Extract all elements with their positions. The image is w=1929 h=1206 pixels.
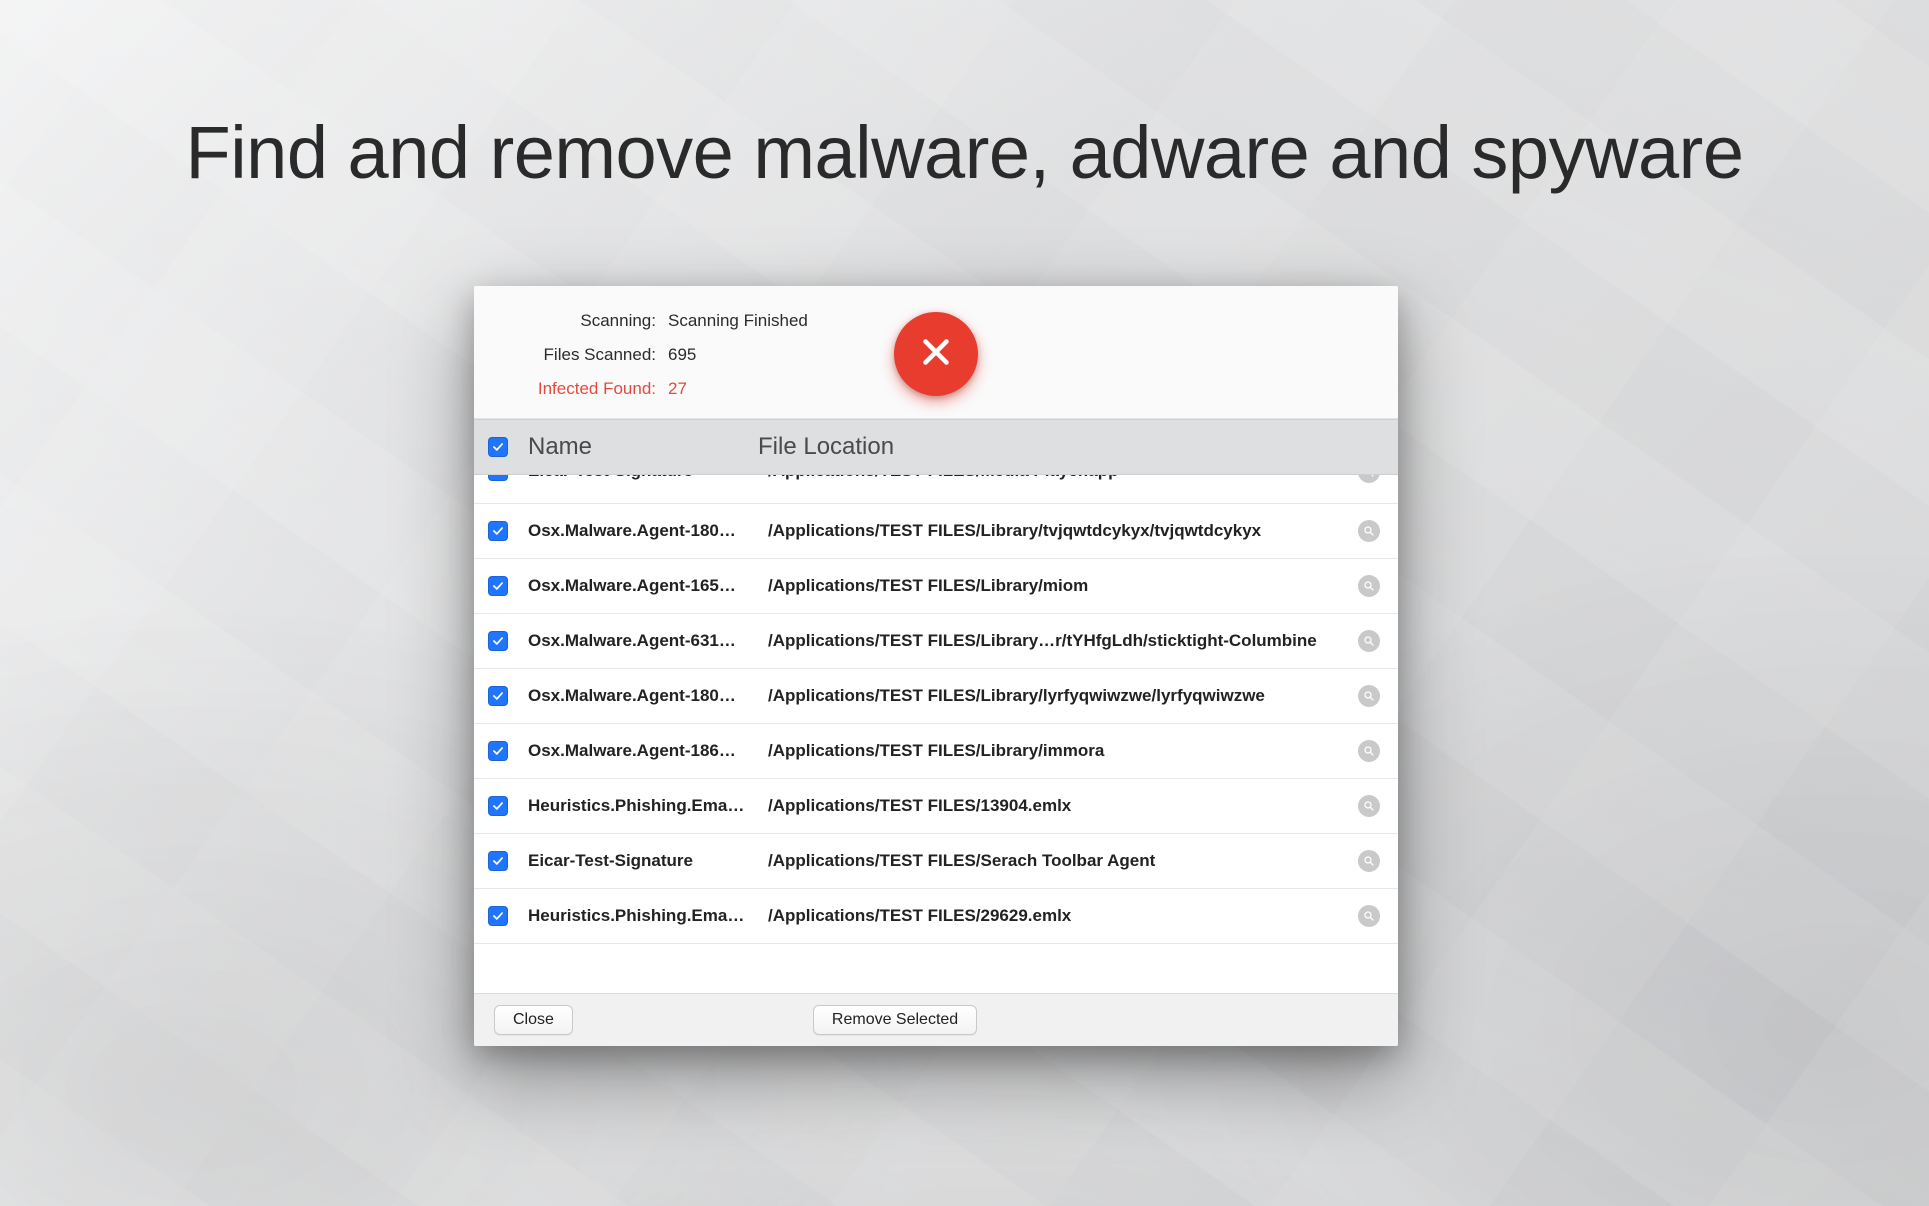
- reveal-in-finder-button[interactable]: [1358, 630, 1380, 652]
- threat-name: Osx.Malware.Agent-165…: [528, 576, 768, 596]
- table-row[interactable]: Heuristics.Phishing.Ema… /Applications/T…: [474, 779, 1398, 834]
- column-header-location[interactable]: File Location: [758, 433, 1380, 461]
- scanning-value: Scanning Finished: [668, 304, 808, 338]
- table-header: Name File Location: [474, 419, 1398, 475]
- reveal-in-finder-button[interactable]: [1358, 475, 1380, 483]
- table-row[interactable]: Osx.Malware.Agent-180… /Applications/TES…: [474, 669, 1398, 724]
- reveal-in-finder-button[interactable]: [1358, 905, 1380, 927]
- threat-name: Heuristics.Phishing.Ema…: [528, 906, 768, 926]
- headline: Find and remove malware, adware and spyw…: [0, 110, 1929, 195]
- row-checkbox[interactable]: [488, 741, 508, 761]
- file-location: /Applications/TEST FILES/Library/miom: [768, 576, 1352, 596]
- file-location: /Applications/TEST FILES/Library/lyrfyqw…: [768, 686, 1352, 706]
- table-row[interactable]: Osx.Malware.Agent-165… /Applications/TES…: [474, 559, 1398, 614]
- file-location: /Applications/TEST FILES/Library/immora: [768, 741, 1352, 761]
- scan-results-window: Scanning: Scanning Finished Files Scanne…: [474, 286, 1398, 1046]
- close-button[interactable]: Close: [494, 1005, 573, 1035]
- row-checkbox[interactable]: [488, 796, 508, 816]
- file-location: /Applications/TEST FILES/Library…r/tYHfg…: [768, 631, 1352, 651]
- results-list[interactable]: Eicar-Test-Signature /Applications/TEST …: [474, 475, 1398, 1024]
- summary-panel: Scanning: Scanning Finished Files Scanne…: [474, 286, 1398, 419]
- file-location: /Applications/TEST FILES/Serach Toolbar …: [768, 851, 1352, 871]
- file-location: /Applications/TEST FILES/13904.emlx: [768, 796, 1352, 816]
- row-checkbox[interactable]: [488, 906, 508, 926]
- table-row[interactable]: Eicar-Test-Signature /Applications/TEST …: [474, 475, 1398, 504]
- infected-found-label: Infected Found:: [498, 372, 656, 406]
- row-checkbox[interactable]: [488, 576, 508, 596]
- threat-name: Heuristics.Phishing.Ema…: [528, 796, 768, 816]
- threat-name: Eicar-Test-Signature: [528, 851, 768, 871]
- threat-name: Osx.Malware.Agent-631…: [528, 631, 768, 651]
- files-scanned-label: Files Scanned:: [498, 338, 656, 372]
- table-row[interactable]: Osx.Malware.Agent-180… /Applications/TES…: [474, 504, 1398, 559]
- threat-name: Osx.Malware.Agent-180…: [528, 521, 768, 541]
- reveal-in-finder-button[interactable]: [1358, 850, 1380, 872]
- table-row[interactable]: Heuristics.Phishing.Ema… /Applications/T…: [474, 889, 1398, 944]
- file-location: /Applications/TEST FILES/Library/tvjqwtd…: [768, 521, 1352, 541]
- row-checkbox[interactable]: [488, 475, 508, 481]
- close-icon: [918, 334, 954, 375]
- row-checkbox[interactable]: [488, 631, 508, 651]
- status-badge: [894, 312, 978, 396]
- row-checkbox[interactable]: [488, 851, 508, 871]
- reveal-in-finder-button[interactable]: [1358, 795, 1380, 817]
- scanning-label: Scanning:: [498, 304, 656, 338]
- remove-selected-button[interactable]: Remove Selected: [813, 1005, 977, 1035]
- row-checkbox[interactable]: [488, 686, 508, 706]
- row-checkbox[interactable]: [488, 521, 508, 541]
- table-row[interactable]: Eicar-Test-Signature /Applications/TEST …: [474, 834, 1398, 889]
- footer-bar: Close Remove Selected: [474, 993, 1398, 1046]
- reveal-in-finder-button[interactable]: [1358, 520, 1380, 542]
- threat-name: Osx.Malware.Agent-186…: [528, 741, 768, 761]
- threat-name: Osx.Malware.Agent-180…: [528, 686, 768, 706]
- reveal-in-finder-button[interactable]: [1358, 740, 1380, 762]
- select-all-checkbox[interactable]: [488, 437, 508, 457]
- header-checkbox-cell: [488, 437, 528, 457]
- infected-found-value: 27: [668, 372, 687, 406]
- column-header-name[interactable]: Name: [528, 433, 758, 461]
- table-row[interactable]: Osx.Malware.Agent-186… /Applications/TES…: [474, 724, 1398, 779]
- files-scanned-value: 695: [668, 338, 696, 372]
- reveal-in-finder-button[interactable]: [1358, 685, 1380, 707]
- table-row[interactable]: Osx.Malware.Agent-631… /Applications/TES…: [474, 614, 1398, 669]
- threat-name: Eicar-Test-Signature: [528, 475, 768, 481]
- reveal-in-finder-button[interactable]: [1358, 575, 1380, 597]
- file-location: /Applications/TEST FILES/Media Player.ap…: [768, 475, 1352, 481]
- file-location: /Applications/TEST FILES/29629.emlx: [768, 906, 1352, 926]
